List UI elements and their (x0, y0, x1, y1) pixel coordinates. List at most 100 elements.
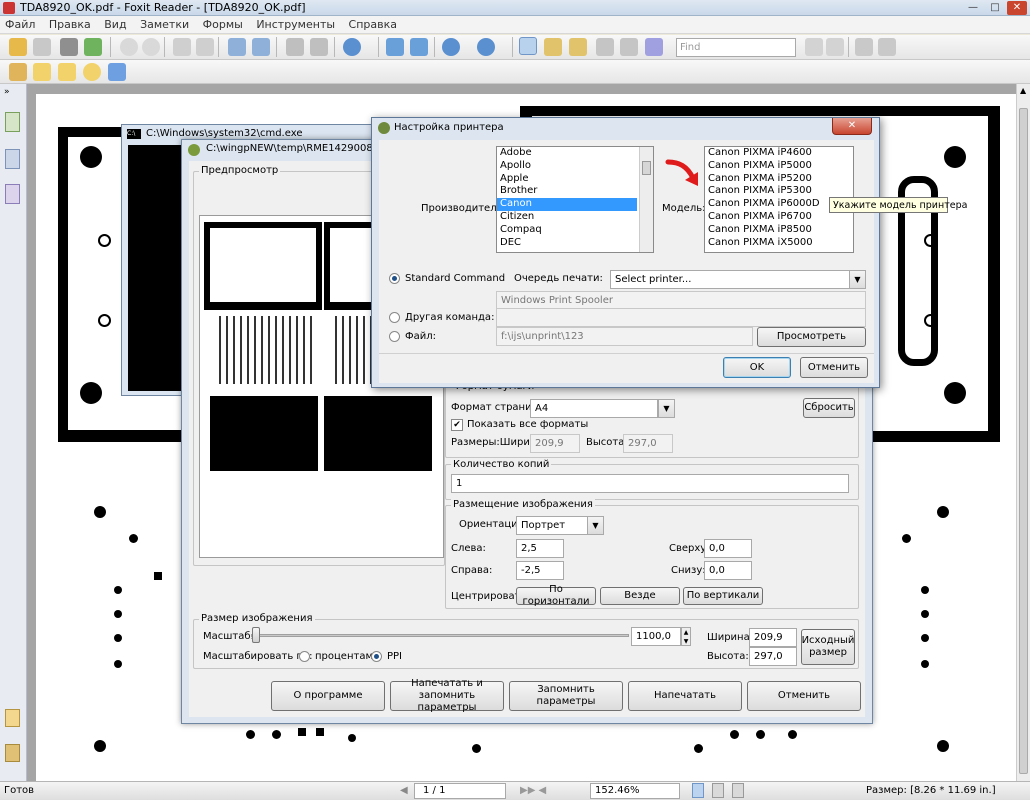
scale-ppi-radio[interactable] (371, 651, 382, 662)
bookmark-icon[interactable] (855, 38, 873, 56)
queue-dropdown-icon[interactable]: ▼ (849, 270, 866, 289)
print-and-save-button[interactable]: Напечатать и запомнить параметры (390, 678, 504, 713)
attachments-icon[interactable] (5, 744, 20, 762)
list-item[interactable]: Brother (497, 185, 653, 198)
find-input[interactable]: Find (676, 38, 796, 57)
textbox-icon[interactable] (58, 63, 76, 81)
top-margin-input[interactable]: 0,0 (704, 539, 752, 558)
list-item[interactable]: Canon PIXMA iX5000 (705, 237, 853, 250)
menu-forms[interactable]: Формы (198, 16, 248, 31)
find-prev-icon[interactable] (805, 38, 823, 56)
zoom-field[interactable]: 152.46% (590, 783, 680, 799)
forward-icon[interactable] (196, 38, 214, 56)
next-page-icon[interactable]: ▶▶ ◀ (520, 785, 546, 796)
pages-icon[interactable] (252, 38, 270, 56)
cancel-button[interactable]: Отменить (747, 681, 861, 711)
show-all-formats-checkbox[interactable]: ✔ (451, 419, 463, 431)
open-icon[interactable] (9, 38, 27, 56)
standard-command-radio[interactable] (389, 273, 400, 284)
layout-icon[interactable] (878, 38, 896, 56)
chevron-down-icon[interactable]: ▼ (658, 399, 675, 418)
list-item[interactable]: Apple (497, 173, 653, 186)
select-text-icon[interactable] (544, 38, 562, 56)
page-number-field[interactable]: 1 / 1 (414, 783, 506, 799)
original-size-button[interactable]: Исходный размер (801, 629, 855, 665)
list-item[interactable]: Apollo (497, 160, 653, 173)
print-button[interactable]: Напечатать (628, 681, 742, 711)
dialog-close-button[interactable]: ✕ (832, 118, 872, 135)
other-command-radio[interactable] (389, 312, 400, 323)
bottom-margin-input[interactable]: 0,0 (704, 561, 752, 580)
image-height-input[interactable]: 297,0 (749, 647, 797, 666)
center-horizontal-button[interactable]: По горизонтали (516, 584, 596, 607)
scale-input[interactable]: 1100,0 (631, 627, 681, 646)
scroll-up-icon[interactable]: ▲ (1020, 86, 1026, 95)
scale-percent-radio[interactable] (299, 651, 310, 662)
list-item[interactable]: Canon PIXMA iP5200 (705, 173, 853, 186)
bookmarks-icon[interactable] (5, 112, 20, 132)
select-page-icon[interactable] (228, 38, 246, 56)
arrow-tool-icon[interactable] (108, 63, 126, 81)
save-icon[interactable] (33, 38, 51, 56)
about-button[interactable]: О программе (271, 681, 385, 711)
first-page-icon[interactable]: ◀ (400, 785, 408, 796)
reset-button[interactable]: Сбросить (803, 398, 855, 418)
menu-view[interactable]: Вид (99, 16, 131, 31)
single-page-icon[interactable] (692, 783, 704, 798)
undo-icon[interactable] (286, 38, 304, 56)
center-all-button[interactable]: Везде (600, 587, 680, 605)
manufacturer-list[interactable]: Adobe Apollo Apple Brother Canon Citizen… (496, 146, 654, 253)
snapshot-icon[interactable] (596, 38, 614, 56)
scale-slider-handle[interactable] (252, 627, 260, 643)
menu-edit[interactable]: Правка (44, 16, 96, 31)
scroll-thumb[interactable] (1019, 108, 1028, 774)
comment-tool-icon[interactable] (9, 63, 27, 81)
zoom-in-icon[interactable] (343, 38, 361, 56)
hand-tool-icon[interactable] (519, 37, 537, 55)
printer-setup-dialog[interactable]: Настройка принтера ✕ Производитель: Adob… (371, 117, 880, 388)
arrow-up-icon[interactable] (120, 38, 138, 56)
select-tool-icon[interactable] (569, 38, 587, 56)
camera-icon[interactable] (645, 38, 663, 56)
close-button[interactable]: ✕ (1007, 1, 1027, 15)
list-item[interactable]: Citizen (497, 211, 653, 224)
arrow-down-icon[interactable] (142, 38, 160, 56)
zoom-plus-icon[interactable] (477, 38, 495, 56)
menu-tools[interactable]: Инструменты (251, 16, 340, 31)
zoom-out-icon[interactable] (442, 38, 460, 56)
save-settings-button[interactable]: Запомнить параметры (509, 681, 623, 711)
list-item[interactable]: Compaq (497, 224, 653, 237)
fit-page-icon[interactable] (386, 38, 404, 56)
dialog-cancel-button[interactable]: Отменить (800, 357, 868, 378)
minimize-button[interactable]: — (963, 1, 983, 15)
orientation-select[interactable]: Портрет (516, 516, 588, 535)
typewriter-icon[interactable] (620, 38, 638, 56)
ok-button[interactable]: OK (723, 357, 791, 378)
list-item[interactable]: Canon PIXMA iP5000 (705, 160, 853, 173)
panel-toggle-icon[interactable]: » (4, 87, 10, 97)
browse-button[interactable]: Просмотреть (757, 327, 866, 347)
left-margin-input[interactable]: 2,5 (516, 539, 564, 558)
list-item-selected[interactable]: Canon (497, 198, 637, 211)
list-item[interactable]: Adobe (497, 147, 653, 160)
image-width-input[interactable]: 209,9 (749, 628, 797, 647)
copies-input[interactable]: 1 (451, 474, 849, 493)
comments-panel-icon[interactable] (5, 709, 20, 727)
facing-icon[interactable] (732, 783, 744, 798)
find-next-icon[interactable] (826, 38, 844, 56)
pages-panel-icon[interactable] (5, 149, 20, 169)
menu-file[interactable]: Файл (0, 16, 40, 31)
layers-icon[interactable] (5, 184, 20, 204)
back-icon[interactable] (173, 38, 191, 56)
vertical-scrollbar[interactable]: ▲ (1016, 84, 1030, 781)
redo-icon[interactable] (310, 38, 328, 56)
file-radio[interactable] (389, 331, 400, 342)
manufacturer-scroll-thumb[interactable] (642, 161, 651, 175)
manufacturer-scrollbar[interactable] (639, 147, 653, 252)
email-icon[interactable] (84, 38, 102, 56)
scale-spin-icon[interactable]: ▲ ▼ (681, 627, 691, 646)
continuous-icon[interactable] (712, 783, 724, 798)
menu-help[interactable]: Справка (344, 16, 402, 31)
center-vertical-button[interactable]: По вертикали (683, 587, 763, 605)
note-icon[interactable] (33, 63, 51, 81)
